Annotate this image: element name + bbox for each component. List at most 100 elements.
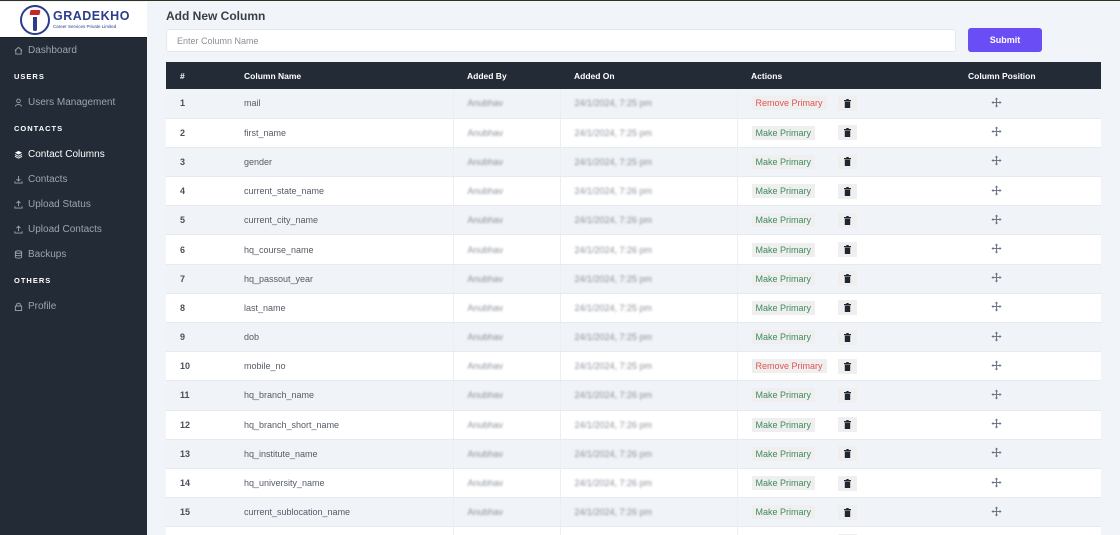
- added-by-cell: Anubhav: [452, 526, 560, 535]
- sidebar-item-contacts[interactable]: Contacts: [0, 167, 147, 192]
- make-primary-button[interactable]: Make Primary: [751, 242, 816, 257]
- drag-handle-move-icon[interactable]: [991, 243, 1002, 254]
- drag-handle-move-icon[interactable]: [991, 360, 1002, 371]
- delete-button[interactable]: [837, 417, 857, 433]
- make-primary-button[interactable]: Make Primary: [751, 476, 816, 491]
- drag-handle-move-icon[interactable]: [991, 272, 1002, 283]
- delete-button[interactable]: [837, 271, 857, 287]
- sidebar-item-contact-columns[interactable]: Contact Columns: [0, 142, 147, 167]
- delete-button[interactable]: [837, 212, 857, 228]
- sidebar-item-upload-contacts[interactable]: Upload Contacts: [0, 217, 147, 242]
- drag-handle-move-icon[interactable]: [991, 389, 1002, 400]
- actions-cell: Make Primary: [737, 293, 953, 324]
- drag-handle-move-icon[interactable]: [991, 214, 1002, 225]
- column-name-input[interactable]: [166, 29, 956, 52]
- actions-cell: Make Primary: [737, 468, 954, 499]
- column-name: mobile_no: [244, 351, 453, 382]
- make-primary-button[interactable]: Make Primary: [751, 271, 816, 286]
- delete-button[interactable]: [837, 183, 857, 199]
- added-on-cell: 24/1/2024, 7:25 pm: [559, 147, 738, 178]
- logo-text: GRADEKHO Career Services Private Limited: [53, 10, 130, 29]
- make-primary-button[interactable]: Make Primary: [751, 125, 816, 140]
- delete-button[interactable]: [837, 358, 857, 374]
- submit-button[interactable]: Submit: [968, 28, 1042, 52]
- make-primary-button[interactable]: Make Primary: [751, 154, 816, 169]
- added-on-cell: 24/1/2024, 7:26 pm: [559, 468, 738, 499]
- remove-primary-button[interactable]: Remove Primary: [751, 359, 827, 374]
- row-number: 10: [166, 351, 244, 382]
- make-primary-button[interactable]: Make Primary: [751, 505, 816, 520]
- delete-button[interactable]: [837, 387, 857, 403]
- table-row: 7 hq_passout_year Anubhav 24/1/2024, 7:2…: [166, 264, 1101, 294]
- drag-handle-move-icon[interactable]: [991, 506, 1002, 517]
- make-primary-button[interactable]: Make Primary: [751, 446, 816, 461]
- sidebar-item-upload-status[interactable]: Upload Status: [0, 192, 147, 217]
- delete-button[interactable]: [837, 300, 857, 316]
- table-row: 11 hq_branch_name Anubhav 24/1/2024, 7:2…: [166, 380, 1101, 411]
- actions-group: Make Primary: [751, 154, 954, 170]
- make-primary-button[interactable]: Make Primary: [751, 213, 816, 228]
- drag-handle-move-icon[interactable]: [991, 155, 1002, 167]
- table-row: 14 hq_university_name Anubhav 24/1/2024,…: [166, 468, 1101, 499]
- sidebar-item-profile[interactable]: Profile: [0, 294, 147, 319]
- trash-icon: [843, 186, 851, 196]
- table-row: 6 hq_course_name Anubhav 24/1/2024, 7:26…: [166, 234, 1101, 265]
- drag-handle-move-icon[interactable]: [991, 476, 1002, 488]
- added-on: 24/1/2024, 7:25 pm: [574, 361, 653, 372]
- added-by-cell: Anubhav: [452, 322, 560, 353]
- drag-handle-move-icon[interactable]: [991, 418, 1002, 429]
- drag-handle-move-icon[interactable]: [991, 447, 1002, 458]
- delete-button[interactable]: [837, 242, 857, 258]
- make-primary-button[interactable]: Make Primary: [751, 388, 816, 403]
- trash-icon: [843, 128, 851, 138]
- header-added-on: Added On: [560, 62, 737, 89]
- column-name: gender: [244, 147, 453, 178]
- make-primary-button[interactable]: Make Primary: [751, 184, 816, 199]
- position-cell: [953, 351, 1101, 382]
- trash-icon: [843, 332, 851, 342]
- delete-button[interactable]: [837, 329, 857, 345]
- added-by-cell: Anubhav: [452, 118, 560, 148]
- make-primary-button[interactable]: Make Primary: [751, 417, 816, 432]
- actions-cell: Make Primary: [737, 176, 953, 207]
- actions-group: Make Primary: [751, 475, 954, 491]
- drag-handle-move-icon[interactable]: [991, 185, 1002, 196]
- added-by: Anubhav: [467, 244, 504, 255]
- added-on: 24/1/2024, 7:25 pm: [574, 98, 653, 109]
- delete-button[interactable]: [837, 125, 857, 141]
- header-number: #: [166, 62, 244, 89]
- lock-icon: [14, 302, 23, 311]
- added-by-cell: Anubhav: [452, 205, 560, 236]
- column-name: dob: [244, 322, 453, 353]
- logo-mark-icon: [20, 4, 50, 35]
- sidebar-item-users-management[interactable]: Users Management: [0, 90, 147, 115]
- added-on-cell: 24/1/2024, 7:26 pm: [559, 526, 738, 535]
- actions-group: Make Primary: [751, 212, 954, 228]
- delete-button[interactable]: [837, 475, 857, 491]
- sidebar-item-dashboard[interactable]: Dashboard: [0, 38, 147, 63]
- actions-group: Make Primary: [751, 242, 954, 258]
- position-cell: [953, 147, 1101, 178]
- drag-handle-move-icon[interactable]: [991, 301, 1002, 312]
- graduation-cap-icon: [29, 9, 41, 15]
- delete-button[interactable]: [837, 154, 857, 170]
- columns-table: # Column Name Added By Added On Actions …: [166, 62, 1101, 535]
- trash-icon: [843, 157, 851, 167]
- row-number: 3: [166, 147, 244, 178]
- added-on: 24/1/2024, 7:25 pm: [574, 127, 653, 138]
- delete-button[interactable]: [837, 446, 857, 462]
- make-primary-button[interactable]: Make Primary: [751, 300, 816, 315]
- added-on-cell: 24/1/2024, 7:26 pm: [559, 380, 738, 411]
- position-cell: [953, 264, 1101, 294]
- drag-handle-move-icon[interactable]: [991, 126, 1002, 137]
- added-by-cell: Anubhav: [452, 176, 560, 207]
- brand-logo[interactable]: GRADEKHO Career Services Private Limited: [0, 2, 147, 38]
- drag-handle-move-icon[interactable]: [991, 331, 1002, 342]
- sidebar-item-backups[interactable]: Backups: [0, 242, 147, 267]
- drag-handle-move-icon[interactable]: [991, 97, 1002, 108]
- table-body: 1 mail Anubhav 24/1/2024, 7:25 pm Remove…: [166, 89, 1101, 535]
- delete-button[interactable]: [837, 95, 857, 111]
- make-primary-button[interactable]: Make Primary: [751, 330, 816, 345]
- delete-button[interactable]: [837, 504, 857, 520]
- remove-primary-button[interactable]: Remove Primary: [751, 96, 827, 111]
